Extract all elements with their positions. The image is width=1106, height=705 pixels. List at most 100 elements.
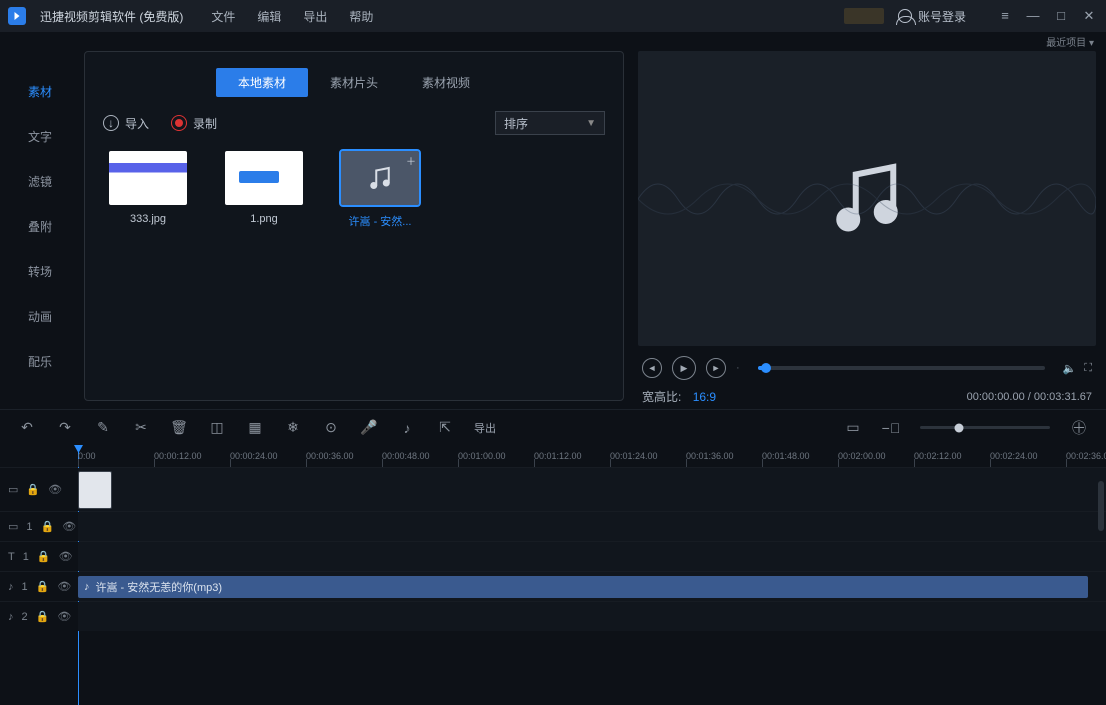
sidebar-item-animation[interactable]: 动画 <box>0 294 80 339</box>
media-grid: 333.jpg 1.png ＋ 许嵩 - 安然... <box>85 145 623 235</box>
track-head[interactable]: ▭1🔒👁 <box>0 512 78 541</box>
ruler-tick: 00:01:12.00 <box>534 445 610 467</box>
visibility-icon[interactable]: 👁 <box>48 483 62 496</box>
play-button[interactable]: ▶ <box>672 356 696 380</box>
sidebar-item-filter[interactable]: 滤镜 <box>0 159 80 204</box>
video-clip[interactable] <box>78 471 112 509</box>
sidebar-item-transition[interactable]: 转场 <box>0 249 80 294</box>
crop-icon[interactable]: ◫ <box>208 419 226 437</box>
chevron-down-icon: ▼ <box>586 118 596 129</box>
audio-clip[interactable]: ♪ 许嵩 - 安然无恙的你(mp3) <box>78 576 1088 598</box>
voice-icon[interactable]: 🎤 <box>360 419 378 437</box>
zoom-out-icon[interactable]: −⃝ <box>882 419 900 437</box>
ruler-tick: 00:01:24.00 <box>610 445 686 467</box>
zoom-knob[interactable] <box>955 423 964 432</box>
tab-local[interactable]: 本地素材 <box>216 68 308 97</box>
media-item[interactable]: 1.png <box>225 151 303 229</box>
text-track-1[interactable]: T1🔒👁 <box>0 541 1106 571</box>
media-item[interactable]: ＋ 许嵩 - 安然... <box>341 151 419 229</box>
thumbnail-image <box>109 151 187 205</box>
minimize-icon[interactable]: — <box>1024 8 1042 24</box>
split-icon[interactable]: ✂ <box>132 419 150 437</box>
lock-icon[interactable]: 🔒 <box>41 520 55 533</box>
sidebar: 素材 文字 滤镜 叠附 转场 动画 配乐 <box>0 51 80 409</box>
ratio-value[interactable]: 16:9 <box>693 390 716 404</box>
visibility-icon[interactable]: 👁 <box>57 580 71 593</box>
time-ruler[interactable]: 0:00 00:00:12.00 00:00:24.00 00:00:36.00… <box>0 445 1106 467</box>
edit-icon[interactable]: ✎ <box>94 419 112 437</box>
login-button[interactable]: 账号登录 <box>898 8 966 25</box>
lock-icon[interactable]: 🔒 <box>36 580 50 593</box>
sort-dropdown[interactable]: 排序 ▼ <box>495 111 605 135</box>
record-button[interactable]: 录制 <box>171 115 217 132</box>
menu-file[interactable]: 文件 <box>211 8 235 25</box>
sidebar-item-media[interactable]: 素材 <box>0 69 80 114</box>
ruler-tick: 0:00 <box>78 445 154 467</box>
ruler-tick: 00:01:36.00 <box>686 445 762 467</box>
visibility-icon[interactable]: 👁 <box>62 520 76 533</box>
audio-track-1[interactable]: ♪1🔒👁 ♪ 许嵩 - 安然无恙的你(mp3) <box>0 571 1106 601</box>
track-index: 2 <box>22 611 28 623</box>
sidebar-item-music[interactable]: 配乐 <box>0 339 80 384</box>
menu-help[interactable]: 帮助 <box>349 8 373 25</box>
video-track-2[interactable]: ▭1🔒👁 <box>0 511 1106 541</box>
visibility-icon[interactable]: 👁 <box>59 550 73 563</box>
scrub-bar[interactable] <box>758 366 1045 370</box>
mosaic-icon[interactable]: ▦ <box>246 419 264 437</box>
menu-export[interactable]: 导出 <box>303 8 327 25</box>
tab-intro[interactable]: 素材片头 <box>308 68 400 97</box>
volume-icon[interactable]: 🔈 <box>1063 362 1077 375</box>
speed-icon[interactable]: ⊙ <box>322 419 340 437</box>
record-icon <box>171 115 187 131</box>
audio-icon[interactable]: ♪ <box>398 419 416 437</box>
track-type-icon: ▭ <box>8 483 18 496</box>
visibility-icon[interactable]: 👁 <box>57 610 71 623</box>
menu-edit[interactable]: 编辑 <box>257 8 281 25</box>
more-icon[interactable]: ≡ <box>996 8 1014 24</box>
undo-icon[interactable]: ↶ <box>18 419 36 437</box>
media-item[interactable]: 333.jpg <box>109 151 187 229</box>
sidebar-item-text[interactable]: 文字 <box>0 114 80 159</box>
lock-icon[interactable]: 🔒 <box>36 610 50 623</box>
scrub-knob[interactable] <box>761 363 771 373</box>
ratio-label: 宽高比: <box>642 390 681 404</box>
freeze-icon[interactable]: ❄ <box>284 419 302 437</box>
preview-viewport[interactable] <box>638 51 1096 346</box>
video-track-1[interactable]: ▭ 🔒 👁 <box>0 467 1106 511</box>
delete-icon[interactable]: 🗑 <box>170 419 188 437</box>
ruler-tick: 00:00:36.00 <box>306 445 382 467</box>
track-head[interactable]: ▭ 🔒 👁 <box>0 468 78 511</box>
track-type-icon: ♪ <box>8 581 14 593</box>
snap-icon[interactable]: ▭ <box>844 419 862 437</box>
record-label: 录制 <box>193 115 217 132</box>
close-icon[interactable]: ✕ <box>1080 8 1098 24</box>
export-label[interactable]: 导出 <box>474 420 496 436</box>
track-head[interactable]: T1🔒👁 <box>0 542 78 571</box>
tab-video[interactable]: 素材视频 <box>400 68 492 97</box>
window-controls: ≡ — □ ✕ <box>996 8 1098 24</box>
export-icon[interactable]: ⇱ <box>436 419 454 437</box>
lock-icon[interactable]: 🔒 <box>37 550 51 563</box>
lock-icon[interactable]: 🔒 <box>26 483 40 496</box>
audio-track-2[interactable]: ♪2🔒👁 <box>0 601 1106 631</box>
import-icon: ↓ <box>103 115 119 131</box>
music-note-icon: ♪ <box>84 581 90 593</box>
track-type-icon: ▭ <box>8 520 18 533</box>
recent-projects-hint[interactable]: 最近项目 ▾ <box>0 32 1106 51</box>
import-button[interactable]: ↓ 导入 <box>103 115 149 132</box>
zoom-slider[interactable] <box>920 426 1050 429</box>
next-frame-button[interactable]: ► <box>706 358 726 378</box>
ruler-tick: 00:02:36.00 <box>1066 445 1106 467</box>
track-head[interactable]: ♪2🔒👁 <box>0 602 78 631</box>
zoom-in-icon[interactable]: ＋⃝ <box>1070 419 1088 437</box>
track-head[interactable]: ♪1🔒👁 <box>0 572 78 601</box>
maximize-icon[interactable]: □ <box>1052 8 1070 24</box>
sidebar-item-overlay[interactable]: 叠附 <box>0 204 80 249</box>
prev-frame-button[interactable]: ◄ <box>642 358 662 378</box>
app-title: 迅捷视频剪辑软件 (免费版) <box>40 8 183 25</box>
ruler-tick: 00:00:12.00 <box>154 445 230 467</box>
vip-badge[interactable] <box>844 8 884 24</box>
vertical-scrollbar[interactable] <box>1098 481 1104 531</box>
fullscreen-icon[interactable]: ⛶ <box>1084 362 1092 375</box>
redo-icon[interactable]: ↷ <box>56 419 74 437</box>
